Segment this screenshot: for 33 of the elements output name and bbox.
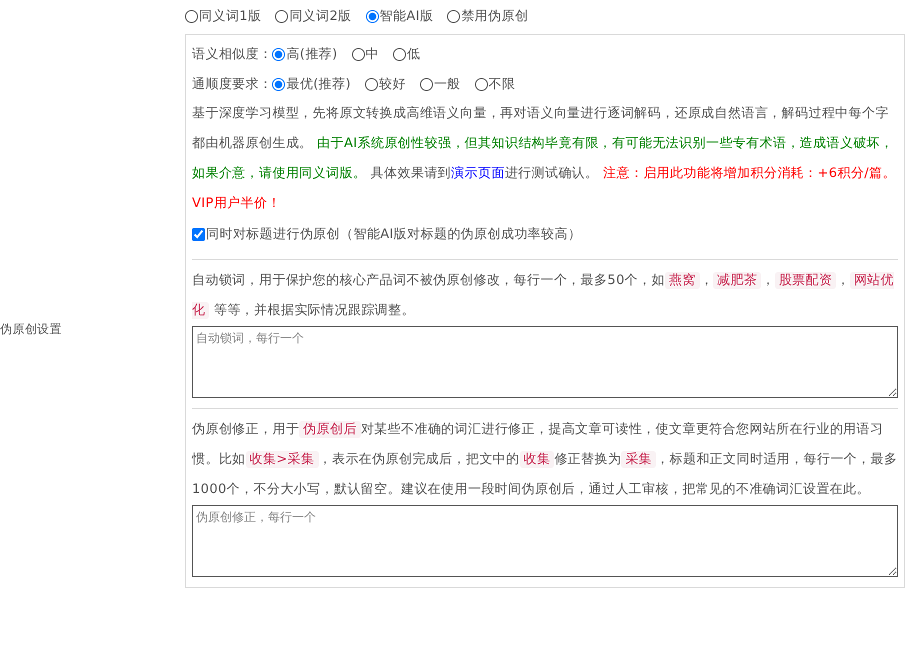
radio-button[interactable] — [272, 78, 286, 90]
radio-button[interactable] — [272, 48, 286, 60]
field-label: 通顺度要求： — [192, 76, 272, 93]
radio-label[interactable]: 同义词2版 — [289, 7, 352, 25]
radio-label[interactable]: 较好 — [378, 75, 406, 93]
description-text: 自动锁词，用于保护您的核心产品词不被伪原创修改，每行一个，最多50个，如 燕窝 ， 减肥茶 ， 股票配资 ， 网站优化 等等，并根据实际情况跟踪调整。 — [192, 271, 895, 321]
radio-label[interactable]: 同义词1版 — [199, 7, 262, 25]
radio-button[interactable] — [185, 10, 198, 22]
checkbox-label[interactable]: 同时对标题进行伪原创（智能AI版对标题的伪原创成功率较高） — [206, 225, 582, 243]
radio-button[interactable] — [352, 48, 365, 60]
radio-label[interactable]: 一般 — [434, 75, 461, 93]
radio-button[interactable] — [474, 78, 488, 90]
radio-label[interactable]: 智能AI版 — [380, 7, 434, 25]
description-text: 伪原创修正，用于 伪原创后 对某些不准确的词汇进行修正，提高文章可读性，使文章更符合您网站所在行业的用语习惯。比如 收集>采集 ，表示在伪原创完成后，把文中的 收集 修正替换为 采集 ，标题和正文同时适用，每行一个，最多1000个，不分大小写，默认留空。建议在使用一段时间伪原创后，通过人工审核，把常见的不准确词汇设置在此。 — [192, 420, 898, 499]
checkbox[interactable] — [192, 228, 205, 240]
demo-link[interactable]: 演示页面 — [451, 166, 505, 181]
description-text: 基于深度学习模型，先将原文转换成高维语义向量，再对语义向量进行逐词解码，还原成自然语言，解码过程中每个字都由机器原创生成。 由于AI系统原创性较强，但其知识结构毕竟有限，有可能无法识别一些专有术语，造成语义破坏，如果介意，请使用同义词版。 具体效果请到演示页面进行测试确认。 注意：启用此功能将增加积分消耗：+6积分/篇。VIP用户半价！ — [192, 105, 897, 213]
radio-button[interactable] — [366, 10, 379, 22]
field-label: 语义相似度： — [192, 46, 272, 63]
corrections-field[interactable]: 伪原创修正，每行一个 — [192, 505, 898, 577]
radio-label[interactable]: 高(推荐) — [286, 45, 338, 63]
radio-button[interactable] — [447, 10, 460, 22]
radio-label[interactable]: 中 — [366, 45, 379, 63]
radio-label[interactable]: 不限 — [488, 75, 516, 93]
radio-button[interactable] — [275, 10, 288, 22]
radio-button[interactable] — [364, 78, 378, 90]
lock-words-field[interactable]: 自动锁词，每行一个 — [192, 326, 898, 398]
section-label: 伪原创设置 — [0, 322, 62, 336]
radio-button[interactable] — [420, 78, 433, 90]
radio-label[interactable]: 低 — [406, 45, 420, 63]
radio-label[interactable]: 最优(推荐) — [286, 75, 351, 93]
radio-label[interactable]: 禁用伪原创 — [461, 7, 528, 25]
radio-button[interactable] — [392, 48, 406, 60]
